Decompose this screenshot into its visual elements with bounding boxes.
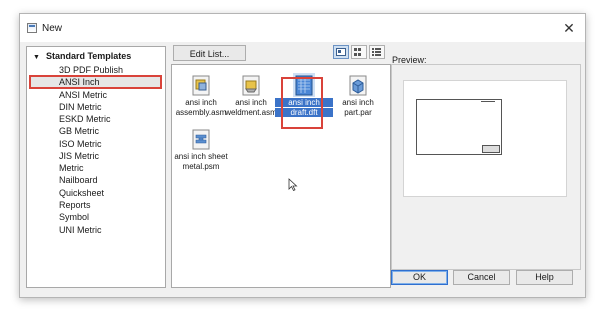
list-view-icon <box>372 48 381 56</box>
mouse-pointer-icon <box>288 178 298 192</box>
tree-item-ansi-metric[interactable]: ANSI Metric <box>30 89 161 101</box>
part-icon <box>349 75 367 96</box>
file-name-line2: part.par <box>344 108 372 117</box>
window-title: New <box>42 23 63 34</box>
title-block <box>482 145 500 153</box>
large-icons-icon <box>336 48 346 56</box>
tree-item-3d-pdf-publish[interactable]: 3D PDF Publish <box>30 64 161 76</box>
tree-item-jis-metric[interactable]: JIS Metric <box>30 150 161 162</box>
tree-item-eskd-metric[interactable]: ESKD Metric <box>30 113 161 125</box>
file-name-line2: weldment.asm <box>225 108 277 117</box>
file-name-line1: ansi inch sheet <box>174 152 228 161</box>
tree-item-nailboard[interactable]: Nailboard <box>30 174 161 186</box>
help-button[interactable]: Help <box>516 270 573 285</box>
file-ansi-inch-sheet-metal[interactable]: ansi inch sheet metal.psm <box>172 125 230 171</box>
window-icon <box>27 23 37 33</box>
list-view-button[interactable] <box>369 45 385 59</box>
assembly-icon <box>192 75 210 96</box>
cancel-button[interactable]: Cancel <box>453 270 510 285</box>
title-bar: New ✕ <box>20 14 585 42</box>
ok-button[interactable]: OK <box>391 270 448 285</box>
drawing-sheet-thumbnail <box>416 99 502 155</box>
file-ansi-inch-part[interactable]: ansi inch part.par <box>329 71 387 117</box>
close-icon[interactable]: ✕ <box>559 18 579 38</box>
tree-item-metric[interactable]: Metric <box>30 162 161 174</box>
tree-root-label: Standard Templates <box>45 51 132 61</box>
tree-item-reports[interactable]: Reports <box>30 199 161 211</box>
tree-item-quicksheet[interactable]: Quicksheet <box>30 187 161 199</box>
tree-item-iso-metric[interactable]: ISO Metric <box>30 138 161 150</box>
small-icons-icon <box>354 48 361 56</box>
file-ansi-inch-weldment[interactable]: ansi inch weldment.asm <box>222 71 280 117</box>
file-name-line2: metal.psm <box>182 162 220 171</box>
tree-item-symbol[interactable]: Symbol <box>30 211 161 223</box>
edit-list-button[interactable]: Edit List... <box>173 45 246 61</box>
template-tree[interactable]: ▼ Standard Templates 3D PDF Publish ANSI … <box>26 46 166 288</box>
new-dialog: New ✕ ▼ Standard Templates 3D PDF Publish… <box>19 13 586 298</box>
file-name-line1: ansi inch <box>235 98 267 107</box>
tree-item-ansi-inch[interactable]: ANSI Inch <box>29 75 162 89</box>
sheet-metal-icon <box>192 129 210 150</box>
preview-pane <box>391 64 581 270</box>
highlight-box <box>281 77 323 129</box>
file-name-line1: ansi inch <box>342 98 374 107</box>
tree-item-din-metric[interactable]: DIN Metric <box>30 101 161 113</box>
tree-root[interactable]: ▼ Standard Templates <box>33 51 131 61</box>
template-file-list[interactable]: ansi inch assembly.asm ansi inch weldmen… <box>171 64 391 288</box>
large-icons-view-button[interactable] <box>333 45 349 59</box>
chevron-down-icon[interactable]: ▼ <box>33 54 40 61</box>
tree-item-gb-metric[interactable]: GB Metric <box>30 125 161 137</box>
sheet-top-tick <box>481 101 495 102</box>
small-icons-view-button[interactable] <box>351 45 367 59</box>
tree-item-uni-metric[interactable]: UNI Metric <box>30 224 161 236</box>
preview-canvas <box>403 80 567 197</box>
weldment-icon <box>242 75 260 96</box>
